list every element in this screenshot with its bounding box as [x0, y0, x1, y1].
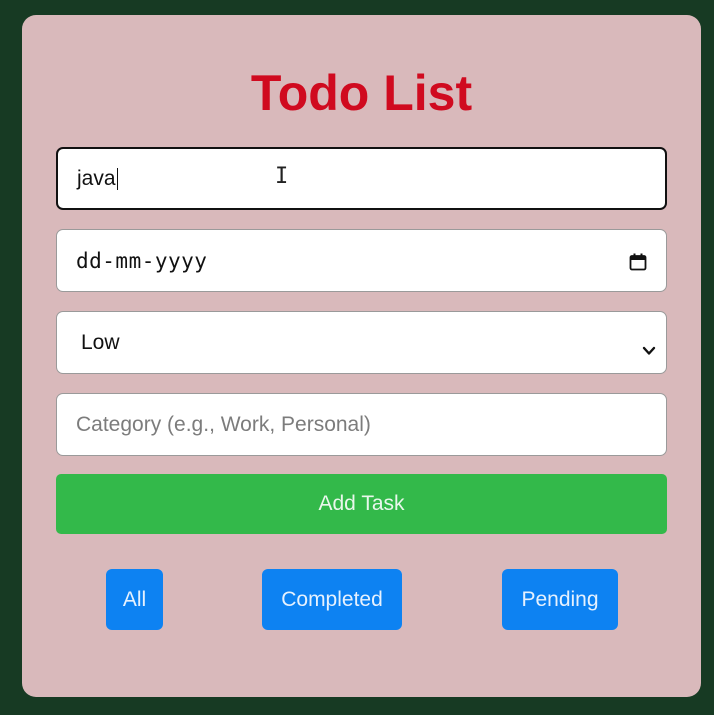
chevron-down-icon — [642, 338, 656, 355]
todo-card: Todo List java dd-mm-yyyy Low Category (… — [22, 15, 701, 697]
filter-all-button[interactable]: All — [106, 569, 163, 630]
add-task-button[interactable]: Add Task — [56, 474, 667, 534]
task-input[interactable]: java — [56, 147, 667, 210]
task-input-value: java — [77, 166, 116, 190]
date-placeholder: dd-mm-yyyy — [76, 248, 208, 273]
text-caret — [116, 167, 118, 190]
filter-completed-button[interactable]: Completed — [262, 569, 402, 630]
category-placeholder: Category (e.g., Work, Personal) — [76, 412, 371, 436]
priority-selected-value: Low — [81, 330, 120, 354]
filter-pending-button[interactable]: Pending — [502, 569, 618, 630]
text-cursor-icon: I — [275, 164, 289, 189]
due-date-input[interactable]: dd-mm-yyyy — [56, 229, 667, 292]
category-input[interactable]: Category (e.g., Work, Personal) — [56, 393, 667, 456]
calendar-icon[interactable] — [629, 252, 647, 270]
priority-select[interactable]: Low — [56, 311, 667, 374]
page-title: Todo List — [250, 65, 473, 121]
